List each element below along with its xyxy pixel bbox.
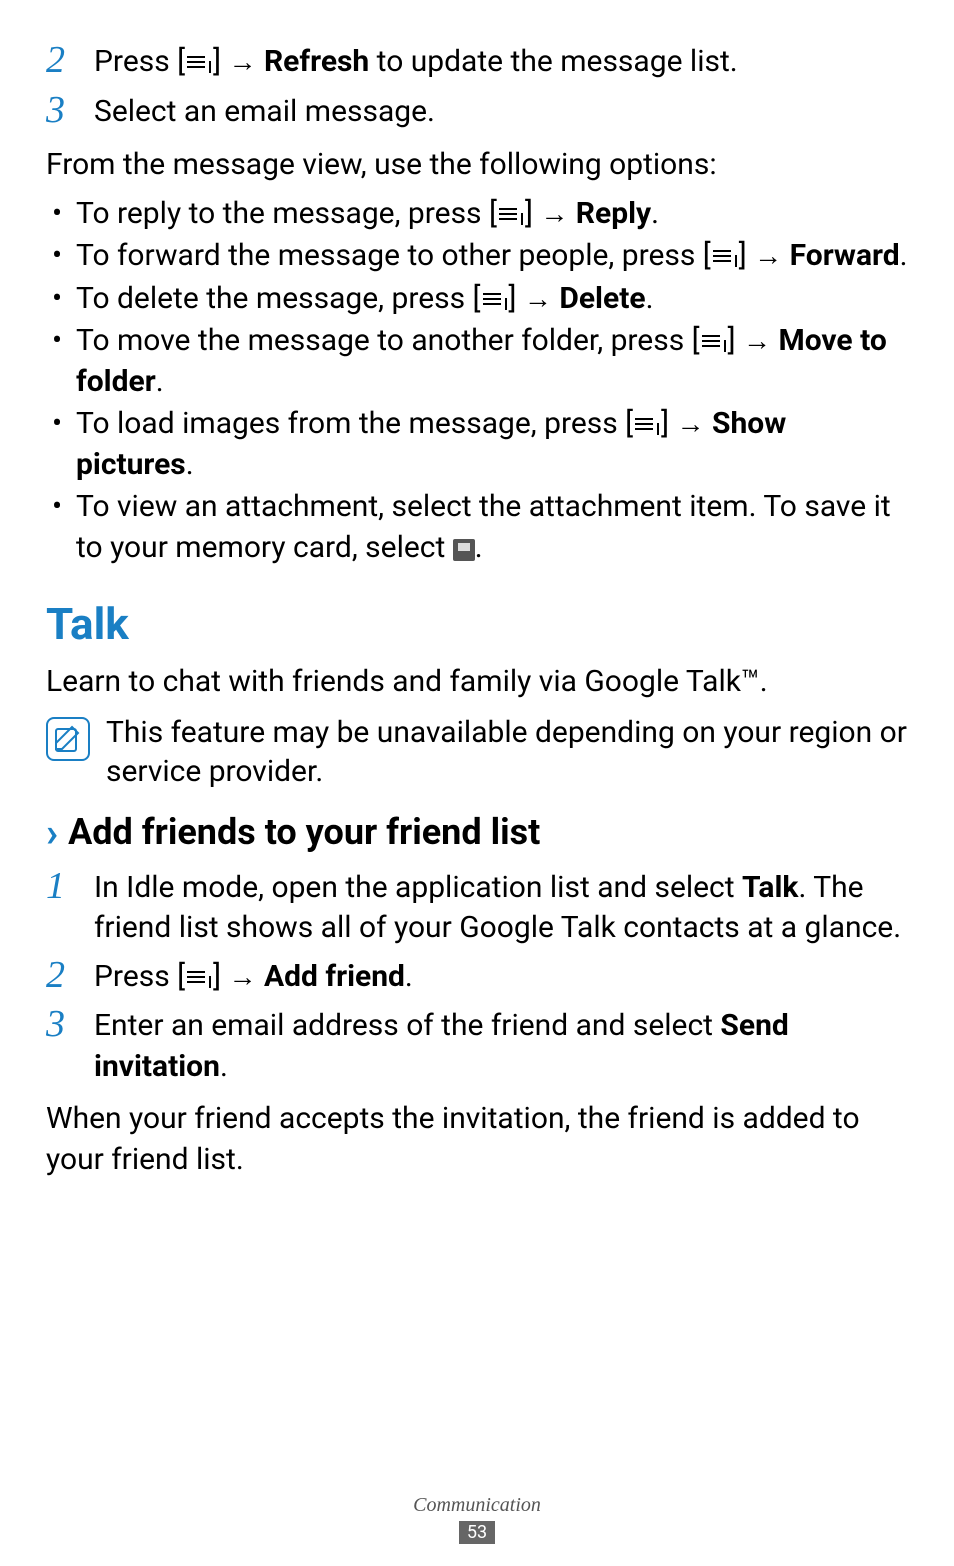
text: ] bbox=[213, 44, 228, 79]
text: ] bbox=[728, 323, 743, 358]
bullet-forward: • To forward the message to other people… bbox=[46, 236, 908, 277]
text: To view an attachment, select the attach… bbox=[76, 489, 891, 565]
action-label: Talk bbox=[742, 870, 798, 905]
note-row: This feature may be unavailable dependin… bbox=[46, 713, 908, 791]
bullet-body: To delete the message, press [] → Delete… bbox=[76, 279, 653, 320]
text: . bbox=[220, 1049, 228, 1084]
bullet-marker: • bbox=[46, 321, 76, 362]
intro-paragraph: From the message view, use the following… bbox=[46, 145, 908, 186]
note-text: This feature may be unavailable dependin… bbox=[106, 713, 908, 791]
step-number: 2 bbox=[46, 953, 94, 999]
arrow-icon: → bbox=[229, 45, 257, 78]
text: ] bbox=[525, 196, 540, 231]
subheading-row: › Add friends to your friend list bbox=[46, 809, 908, 856]
action-label: Reply bbox=[576, 196, 651, 231]
step-b1-row: 1 In Idle mode, open the application lis… bbox=[46, 864, 908, 949]
arrow-icon: → bbox=[540, 197, 568, 230]
step-b3-row: 3 Enter an email address of the friend a… bbox=[46, 1002, 908, 1087]
text: . bbox=[651, 196, 659, 231]
step-b2-row: 2 Press [] → Add friend. bbox=[46, 953, 908, 999]
text: . bbox=[405, 959, 413, 994]
bullet-body: To forward the message to other people, … bbox=[76, 236, 908, 277]
bullet-marker: • bbox=[46, 487, 76, 528]
step-body: Enter an email address of the friend and… bbox=[94, 1002, 908, 1087]
page-number: 53 bbox=[459, 1521, 495, 1544]
bullet-body: To reply to the message, press [] → Repl… bbox=[76, 194, 659, 235]
talk-intro: Learn to chat with friends and family vi… bbox=[46, 662, 908, 703]
bullet-show-pictures: • To load images from the message, press… bbox=[46, 404, 908, 485]
bullet-reply: • To reply to the message, press [] → Re… bbox=[46, 194, 908, 235]
arrow-icon: → bbox=[743, 324, 771, 357]
text: . bbox=[475, 530, 483, 565]
arrow-icon: → bbox=[229, 960, 257, 993]
chevron-right-icon: › bbox=[46, 809, 58, 856]
arrow-icon: → bbox=[677, 407, 705, 440]
action-label: Delete bbox=[559, 281, 645, 316]
text: To reply to the message, press [ bbox=[76, 196, 497, 231]
menu-icon bbox=[185, 53, 213, 73]
talk-heading: Talk bbox=[46, 598, 908, 650]
menu-icon bbox=[481, 290, 509, 310]
arrow-icon: → bbox=[754, 239, 782, 272]
text: to update the message list. bbox=[369, 44, 737, 79]
note-icon bbox=[46, 717, 90, 761]
text: Press [ bbox=[94, 44, 185, 79]
footer: Communication 53 bbox=[0, 1494, 954, 1544]
text: To move the message to another folder, p… bbox=[76, 323, 700, 358]
text: To load images from the message, press [ bbox=[76, 406, 633, 441]
step-number: 1 bbox=[46, 864, 94, 910]
step-body: Press [] → Refresh to update the message… bbox=[94, 38, 738, 83]
bullet-body: To view an attachment, select the attach… bbox=[76, 487, 908, 568]
bullet-attachment: • To view an attachment, select the atta… bbox=[46, 487, 908, 568]
bullet-body: To move the message to another folder, p… bbox=[76, 321, 908, 402]
text: . bbox=[186, 447, 194, 482]
arrow-icon: → bbox=[524, 282, 552, 315]
text: To forward the message to other people, … bbox=[76, 238, 711, 273]
step-number: 2 bbox=[46, 38, 94, 84]
menu-icon bbox=[700, 332, 728, 352]
text: ] bbox=[661, 406, 676, 441]
step-number: 3 bbox=[46, 88, 94, 134]
step-number: 3 bbox=[46, 1002, 94, 1048]
text: Enter an email address of the friend and… bbox=[94, 1008, 720, 1043]
text: ] bbox=[213, 959, 228, 994]
save-icon bbox=[453, 539, 475, 561]
bullet-move: • To move the message to another folder,… bbox=[46, 321, 908, 402]
footer-section-label: Communication bbox=[0, 1494, 954, 1517]
bullet-marker: • bbox=[46, 404, 76, 445]
action-label: Add friend bbox=[264, 959, 405, 994]
menu-icon bbox=[711, 247, 739, 267]
step-body: Press [] → Add friend. bbox=[94, 953, 413, 998]
text: . bbox=[646, 281, 654, 316]
menu-icon bbox=[185, 968, 213, 988]
text: To delete the message, press [ bbox=[76, 281, 481, 316]
step-3-row: 3 Select an email message. bbox=[46, 88, 908, 134]
text: Press [ bbox=[94, 959, 185, 994]
action-label: Forward bbox=[790, 238, 900, 273]
bullet-marker: • bbox=[46, 236, 76, 277]
bullet-marker: • bbox=[46, 279, 76, 320]
menu-icon bbox=[633, 415, 661, 435]
bullet-body: To load images from the message, press [… bbox=[76, 404, 908, 485]
step-body: Select an email message. bbox=[94, 88, 435, 133]
bullet-marker: • bbox=[46, 194, 76, 235]
text: ] bbox=[739, 238, 754, 273]
text: . bbox=[156, 364, 164, 399]
step-2-row: 2 Press [] → Refresh to update the messa… bbox=[46, 38, 908, 84]
text: . bbox=[900, 238, 908, 273]
step-body: In Idle mode, open the application list … bbox=[94, 864, 908, 949]
text: In Idle mode, open the application list … bbox=[94, 870, 742, 905]
action-label: Refresh bbox=[264, 44, 369, 79]
bullet-delete: • To delete the message, press [] → Dele… bbox=[46, 279, 908, 320]
closing-paragraph: When your friend accepts the invitation,… bbox=[46, 1099, 908, 1180]
subheading: Add friends to your friend list bbox=[68, 811, 540, 853]
text: ] bbox=[509, 281, 524, 316]
menu-icon bbox=[497, 205, 525, 225]
